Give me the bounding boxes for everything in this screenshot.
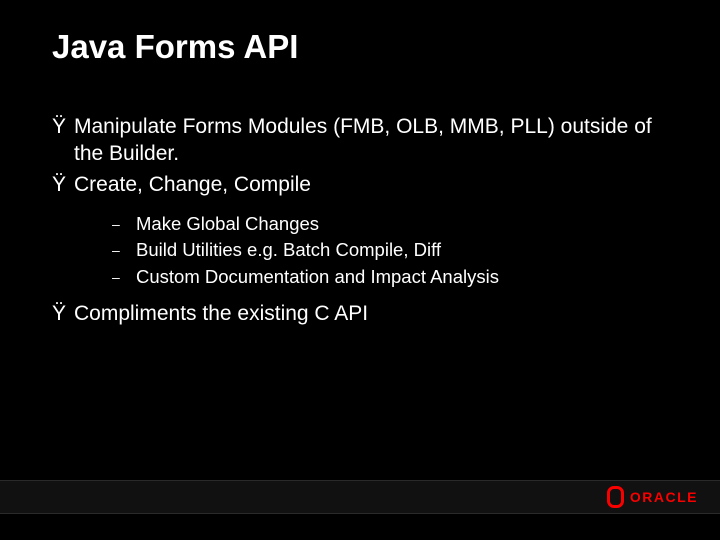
oracle-logo: ORACLE	[607, 486, 698, 508]
slide: Java Forms API Ÿ Manipulate Forms Module…	[0, 0, 720, 540]
sub-bullet-marker: –	[112, 211, 136, 238]
oracle-logo-text: ORACLE	[630, 489, 698, 505]
bullet-item: Ÿ Create, Change, Compile	[52, 172, 668, 199]
content-area: Ÿ Manipulate Forms Modules (FMB, OLB, MM…	[52, 114, 668, 328]
bullet-marker: Ÿ	[52, 172, 74, 199]
sub-bullet-text: Make Global Changes	[136, 211, 668, 238]
sub-bullet-item: – Make Global Changes	[112, 211, 668, 238]
sub-bullet-item: – Build Utilities e.g. Batch Compile, Di…	[112, 237, 668, 264]
sub-bullet-text: Build Utilities e.g. Batch Compile, Diff	[136, 237, 668, 264]
bullet-marker: Ÿ	[52, 114, 74, 168]
bullet-item: Ÿ Manipulate Forms Modules (FMB, OLB, MM…	[52, 114, 668, 168]
bullet-marker: Ÿ	[52, 301, 74, 328]
bullet-text: Compliments the existing C API	[74, 301, 668, 328]
oracle-o-icon	[607, 486, 624, 508]
bullet-text: Manipulate Forms Modules (FMB, OLB, MMB,…	[74, 114, 668, 168]
bullet-text: Create, Change, Compile	[74, 172, 668, 199]
sub-bullet-text: Custom Documentation and Impact Analysis	[136, 264, 668, 291]
page-title: Java Forms API	[52, 28, 668, 66]
sub-bullet-marker: –	[112, 264, 136, 291]
sub-bullet-item: – Custom Documentation and Impact Analys…	[112, 264, 668, 291]
bullet-item: Ÿ Compliments the existing C API	[52, 301, 668, 328]
sub-bullet-marker: –	[112, 237, 136, 264]
footer-bar: ORACLE	[0, 480, 720, 514]
